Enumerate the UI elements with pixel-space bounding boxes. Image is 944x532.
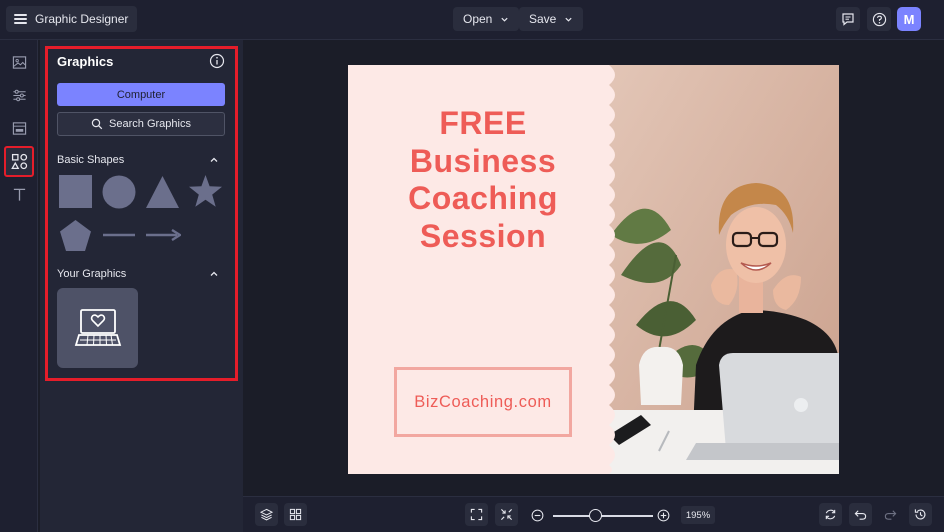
fit-screen-button[interactable] [465,503,488,526]
expand-icon [470,508,483,521]
headline-line: FREE [439,105,527,141]
zoom-in-icon[interactable] [657,509,670,522]
undo-button[interactable] [849,503,872,526]
help-icon [872,12,886,26]
rail-item-graphics[interactable] [4,146,34,177]
fit-canvas-button[interactable] [495,503,518,526]
save-label: Save [529,12,557,26]
redo-icon [884,510,897,520]
pentagon-shape[interactable] [59,219,92,252]
headline-line: Session [419,217,547,254]
grid-icon [289,508,302,521]
rail-item-layout[interactable] [5,114,33,142]
history-button[interactable] [909,503,932,526]
headline-line: Business [409,142,557,179]
image-icon [12,55,26,69]
star-shape[interactable] [188,174,223,209]
layers-icon [260,508,273,521]
laptop-heart-icon [74,309,121,346]
open-button[interactable]: Open [453,7,520,31]
headline-text[interactable]: FREE Business Coaching Session [348,105,618,255]
app-menu-button[interactable]: Graphic Designer [6,6,138,32]
panel-title: Graphics [57,54,114,69]
your-graphics-heading: Your Graphics [57,268,127,280]
layers-button[interactable] [255,503,278,526]
search-graphics-button[interactable]: Search Graphics [57,112,225,136]
zoom-out-icon[interactable] [531,509,544,522]
layout-icon [12,121,26,135]
save-button[interactable]: Save [519,7,584,31]
comments-button[interactable] [836,7,860,31]
line-shape[interactable] [102,230,136,240]
chat-icon [842,13,854,26]
arrow-shape[interactable] [145,229,181,241]
website-box[interactable]: BizCoaching.com [394,367,572,437]
circle-shape[interactable] [102,175,136,209]
tool-rail [0,40,38,532]
hamburger-icon [14,14,27,24]
open-label: Open [463,12,493,26]
history-icon [914,509,926,520]
bottom-toolbar: 195% [243,496,944,532]
chevron-down-icon [501,17,508,22]
zoom-slider-track[interactable] [553,515,653,517]
design-artboard[interactable]: FREE Business Coaching Session BizCoachi… [348,65,839,474]
woman-photo-image[interactable] [601,65,839,474]
text-icon [13,188,25,201]
upload-computer-button[interactable]: Computer [57,83,225,106]
basic-shapes-heading: Basic Shapes [57,154,125,166]
chevron-down-icon [565,17,572,22]
info-icon[interactable] [209,53,225,69]
graphics-icon [10,153,27,170]
help-button[interactable] [867,7,891,31]
website-text: BizCoaching.com [414,392,552,411]
rail-item-adjustments[interactable] [5,81,33,109]
search-icon [91,118,103,130]
chevron-up-icon[interactable] [209,269,219,279]
chevron-up-icon[interactable] [209,155,219,165]
grid-button[interactable] [284,503,307,526]
refresh-icon [825,509,836,520]
avatar[interactable]: M [897,7,921,31]
redo-button[interactable] [879,503,902,526]
headline-line: Coaching [408,180,558,216]
adjustments-icon [12,89,26,101]
zoom-slider-handle[interactable] [588,509,602,522]
undo-icon [854,510,867,520]
zoom-level-readout[interactable]: 195% [681,506,715,524]
app-title: Graphic Designer [35,12,129,26]
refresh-button[interactable] [819,503,842,526]
search-graphics-label: Search Graphics [109,118,191,130]
triangle-shape[interactable] [145,175,180,209]
your-graphic-item[interactable] [57,288,138,368]
rail-item-text[interactable] [5,180,33,208]
collapse-icon [500,508,513,521]
rail-item-image[interactable] [5,48,33,76]
square-shape[interactable] [59,175,92,208]
top-bar: Graphic Designer Open Save M [0,0,944,40]
